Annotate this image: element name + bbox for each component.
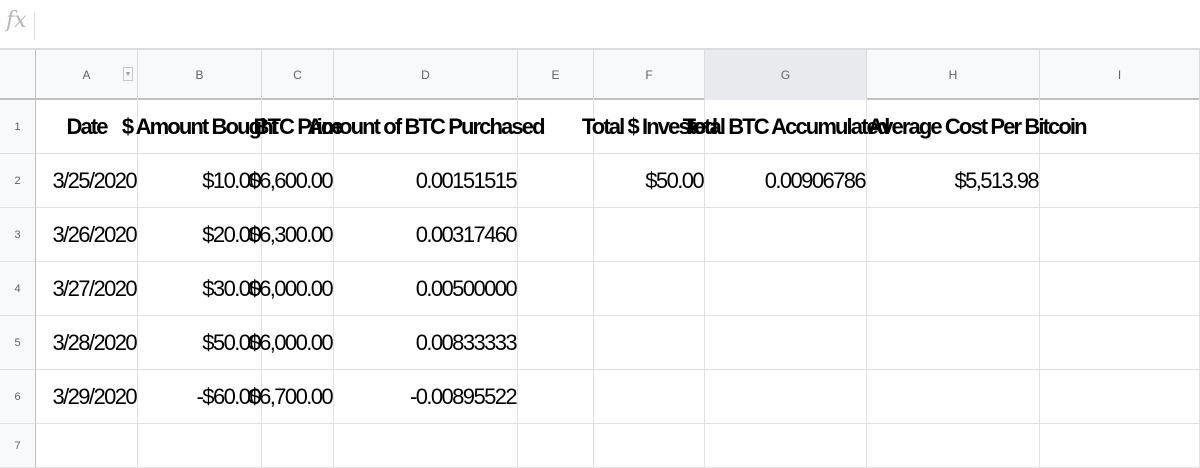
cell-b7[interactable] [138, 424, 262, 468]
cell-c7[interactable] [262, 424, 334, 468]
column-header-c[interactable]: C [262, 50, 334, 100]
column-header-f[interactable]: F [594, 50, 705, 100]
column-header-d[interactable]: D [334, 50, 518, 100]
cell-e5[interactable] [518, 316, 594, 370]
cell-h6[interactable] [867, 370, 1040, 424]
cell-c4[interactable]: $6,000.00 [249, 262, 334, 316]
cell-g3[interactable] [705, 208, 867, 262]
row-header-5[interactable]: 5 [0, 316, 36, 370]
cell-a3[interactable]: 3/26/2020 [36, 208, 138, 262]
filter-dropdown-icon[interactable]: ▼ [123, 67, 133, 81]
cell-h3[interactable] [867, 208, 1040, 262]
cell-b2[interactable]: $10.00 [138, 154, 262, 208]
cell-d5[interactable]: 0.00833333 [334, 316, 518, 370]
cell-e4[interactable] [518, 262, 594, 316]
cell-c2[interactable]: $6,600.00 [249, 154, 334, 208]
cell-a6[interactable]: 3/29/2020 [36, 370, 138, 424]
cell-b5[interactable]: $50.00 [138, 316, 262, 370]
row-header-2[interactable]: 2 [0, 154, 36, 208]
cell-i2[interactable] [1040, 154, 1200, 208]
cell-f3[interactable] [594, 208, 705, 262]
cell-d4[interactable]: 0.00500000 [334, 262, 518, 316]
column-header-label: I [1117, 68, 1122, 82]
cell-e2[interactable] [518, 154, 594, 208]
column-header-g[interactable]: G [705, 50, 867, 100]
cell-i4[interactable] [1040, 262, 1200, 316]
cell-e7[interactable] [518, 424, 594, 468]
cell-g2[interactable]: 0.00906786 [705, 154, 867, 208]
cell-h4[interactable] [867, 262, 1040, 316]
cell-i6[interactable] [1040, 370, 1200, 424]
cell-a5[interactable]: 3/28/2020 [36, 316, 138, 370]
cell-d2[interactable]: 0.00151515 [334, 154, 518, 208]
cell-d6[interactable]: -0.00895522 [334, 370, 518, 424]
row-header-7[interactable]: 7 [0, 424, 36, 468]
formula-bar: fx [0, 0, 1200, 50]
cell-b6[interactable]: -$60.00 [138, 370, 262, 424]
cell-a7[interactable] [36, 424, 138, 468]
cell-f6[interactable] [594, 370, 705, 424]
column-header-label: D [421, 68, 430, 82]
cell-i7[interactable] [1040, 424, 1200, 468]
cell-c5[interactable]: $6,000.00 [249, 316, 334, 370]
column-header-label: G [780, 68, 791, 82]
cell-b1[interactable]: $ Amount Bought [122, 100, 279, 154]
cell-b3[interactable]: $20.00 [138, 208, 262, 262]
cell-h1[interactable]: Average Cost Per Bitcoin [867, 100, 1088, 154]
row-header-3[interactable]: 3 [0, 208, 36, 262]
formula-input[interactable] [44, 10, 1184, 40]
column-header-label: C [293, 68, 302, 82]
cell-h5[interactable] [867, 316, 1040, 370]
column-header-label: B [195, 68, 204, 82]
row-header-1[interactable]: 1 [0, 100, 36, 154]
formula-bar-divider [34, 12, 35, 40]
cell-c6[interactable]: $6,700.00 [249, 370, 334, 424]
column-header-i[interactable]: I [1040, 50, 1200, 100]
cell-d3[interactable]: 0.00317460 [334, 208, 518, 262]
cell-d1[interactable]: Amount of BTC Purchased [307, 100, 546, 154]
row-header-4[interactable]: 4 [0, 262, 36, 316]
cell-a4[interactable]: 3/27/2020 [36, 262, 138, 316]
cell-i3[interactable] [1040, 208, 1200, 262]
cell-g7[interactable] [705, 424, 867, 468]
column-header-a[interactable]: A ▼ [36, 50, 138, 100]
cell-f7[interactable] [594, 424, 705, 468]
select-all-corner[interactable] [0, 50, 36, 100]
cell-f5[interactable] [594, 316, 705, 370]
cell-d7[interactable] [334, 424, 518, 468]
cell-g6[interactable] [705, 370, 867, 424]
function-icon: fx [6, 8, 27, 33]
cell-h2[interactable]: $5,513.98 [867, 154, 1040, 208]
cell-e3[interactable] [518, 208, 594, 262]
cell-a2[interactable]: 3/25/2020 [36, 154, 138, 208]
spreadsheet-grid: A ▼ B C D E F G H I 1 2 3 4 5 6 7 Date $… [0, 50, 1200, 468]
column-header-label: H [948, 68, 958, 82]
column-header-label: A [82, 68, 91, 82]
row-header-6[interactable]: 6 [0, 370, 36, 424]
column-header-label: F [645, 68, 653, 82]
cell-g1[interactable]: Total BTC Accumulated [683, 100, 890, 154]
cell-c3[interactable]: $6,300.00 [249, 208, 334, 262]
cell-g5[interactable] [705, 316, 867, 370]
cell-f2[interactable]: $50.00 [594, 154, 705, 208]
cell-f4[interactable] [594, 262, 705, 316]
cell-b4[interactable]: $30.00 [138, 262, 262, 316]
cell-h7[interactable] [867, 424, 1040, 468]
cell-e6[interactable] [518, 370, 594, 424]
column-header-label: E [551, 68, 560, 82]
column-header-e[interactable]: E [518, 50, 594, 100]
cell-i5[interactable] [1040, 316, 1200, 370]
column-header-h[interactable]: H [867, 50, 1040, 100]
cell-i1[interactable] [1040, 100, 1200, 154]
column-header-b[interactable]: B [138, 50, 262, 100]
cell-g4[interactable] [705, 262, 867, 316]
